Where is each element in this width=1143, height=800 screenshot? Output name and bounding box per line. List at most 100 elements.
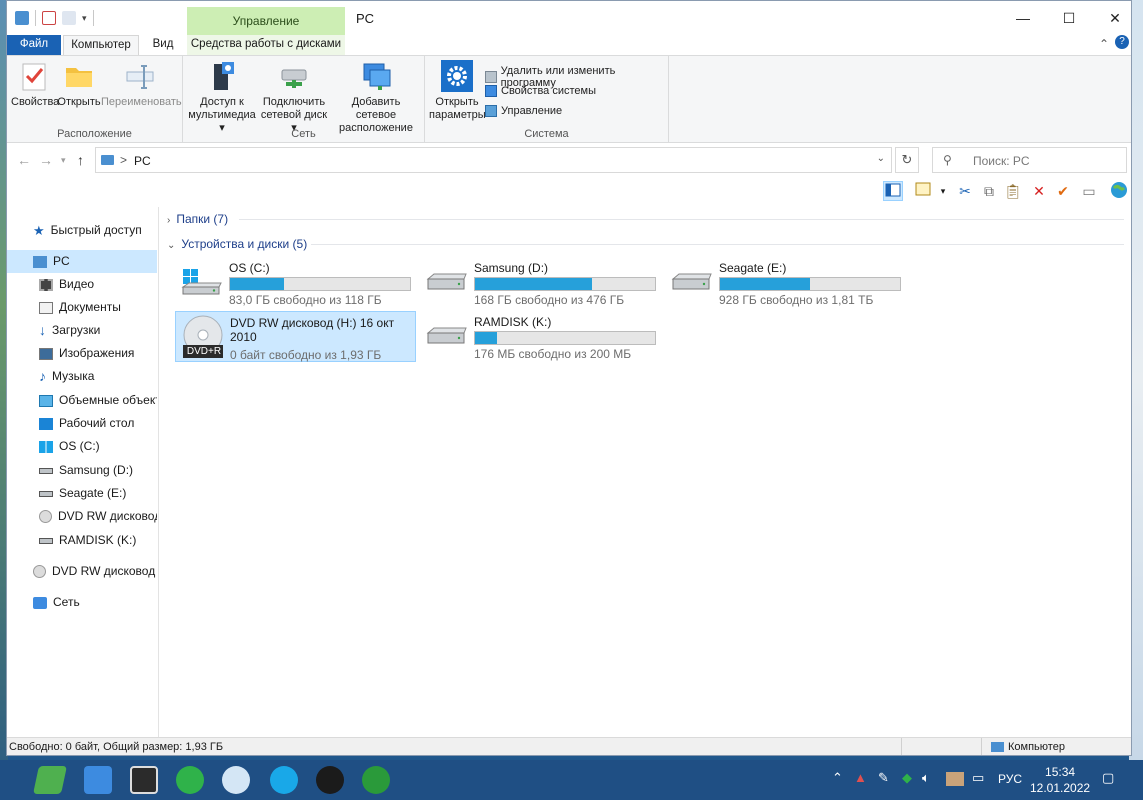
maximize-button[interactable]: ☐ xyxy=(1046,5,1092,31)
copy-icon[interactable]: ⧉ xyxy=(979,181,999,201)
media-access-button[interactable]: Доступ к мультимедиа ▾ xyxy=(187,60,257,135)
open-button[interactable]: Открыть xyxy=(57,60,101,109)
tray-keyboard-icon[interactable] xyxy=(946,772,964,786)
tab-view[interactable]: Вид xyxy=(141,35,185,55)
properties-icon[interactable] xyxy=(42,11,56,25)
nav-label: DVD RW дисковод xyxy=(58,509,157,523)
address-bar[interactable]: > PC ⌄ xyxy=(95,147,892,173)
drive-tile-c[interactable]: OS (C:) 83,0 ГБ свободно из 118 ГБ xyxy=(175,257,416,308)
back-arrow-icon[interactable]: ← xyxy=(17,152,31,168)
layout-icon[interactable] xyxy=(913,181,933,201)
paint-app-icon[interactable] xyxy=(222,766,250,794)
folders-header-label: Папки (7) xyxy=(176,212,229,226)
drive-usage-fill xyxy=(475,278,592,290)
checkmark-icon[interactable]: ✔ xyxy=(1053,181,1073,201)
drive-usage-fill xyxy=(230,278,284,290)
devices-group-header[interactable]: ⌄ Устройства и диски (5) xyxy=(167,237,307,251)
rename-icon[interactable]: ▭ xyxy=(1079,181,1099,201)
drive-tile-e[interactable]: Seagate (E:) 928 ГБ свободно из 1,81 ТБ xyxy=(665,257,906,308)
nav-item-music[interactable]: ♪ Музыка xyxy=(7,365,157,388)
collapse-ribbon-icon[interactable]: ⌃ xyxy=(1099,37,1109,51)
forward-arrow-icon[interactable]: → xyxy=(39,152,53,168)
close-button[interactable]: ✕ xyxy=(1092,5,1131,31)
refresh-button[interactable]: ↻ xyxy=(895,147,919,173)
recent-locations-chevron-icon[interactable]: ▾ xyxy=(61,155,66,166)
globe-icon[interactable] xyxy=(1109,181,1129,201)
nav-item-ramdisk[interactable]: RAMDISK (K:) xyxy=(7,529,157,552)
drive-free-space: 0 байт свободно из 1,93 ГБ xyxy=(230,348,382,362)
mail-app-icon[interactable] xyxy=(176,766,204,794)
tray-security-icon[interactable]: ◆ xyxy=(902,770,912,786)
delete-icon[interactable]: ✕ xyxy=(1029,181,1049,201)
cut-icon[interactable]: ✂ xyxy=(955,181,975,201)
add-network-location-button[interactable]: Добавить сетевое расположение xyxy=(331,60,421,135)
address-history-chevron-icon[interactable]: ⌄ xyxy=(877,153,885,164)
context-tab-manage[interactable]: Управление xyxy=(187,7,345,35)
nav-item-drive-d[interactable]: Samsung (D:) xyxy=(7,459,157,482)
tab-file[interactable]: Файл xyxy=(7,35,61,55)
nav-label: Объемные объект xyxy=(59,393,157,407)
nav-item-dvd-drive[interactable]: DVD RW дисковод xyxy=(7,505,157,528)
drive-tile-dvd[interactable]: DVD+R DVD RW дисковод (H:) 16 окт 2010 0… xyxy=(175,311,416,362)
drive-name-line1: DVD RW дисковод (H:) 16 окт xyxy=(230,316,395,330)
computer-icon[interactable] xyxy=(15,11,29,25)
breadcrumb-separator[interactable]: > xyxy=(120,153,127,167)
skype-app-icon[interactable] xyxy=(270,766,298,794)
preview-pane-icon[interactable] xyxy=(883,181,903,201)
drive-usage-bar xyxy=(474,277,656,291)
nav-item-dvd-drive-root[interactable]: DVD RW дисковод ( xyxy=(7,560,157,583)
drive-tile-d[interactable]: Samsung (D:) 168 ГБ свободно из 476 ГБ xyxy=(420,257,661,308)
nav-item-3d-objects[interactable]: Объемные объект xyxy=(7,389,157,412)
media-app-icon[interactable] xyxy=(316,766,344,794)
drive-name: RAMDISK (K:) xyxy=(474,315,552,329)
volume-icon[interactable]: 🔈︎ xyxy=(922,770,930,786)
language-indicator[interactable]: РУС xyxy=(998,772,1022,786)
nav-item-pc[interactable]: PC xyxy=(7,250,157,273)
xbox-app-icon[interactable] xyxy=(362,766,390,794)
nav-item-documents[interactable]: Документы xyxy=(7,296,157,319)
file-explorer-window: ▾ Управление PC — ☐ ✕ Файл Компьютер Вид… xyxy=(6,0,1132,756)
notes-app-icon[interactable] xyxy=(33,766,67,794)
calculator-app-icon[interactable] xyxy=(130,766,158,794)
drive-usage-bar xyxy=(229,277,411,291)
new-folder-icon[interactable] xyxy=(62,11,76,25)
rename-button[interactable]: Переименовать xyxy=(101,60,182,109)
open-settings-button[interactable]: Открыть параметры xyxy=(429,60,486,122)
help-icon[interactable]: ? xyxy=(1115,35,1129,49)
folders-group-header[interactable]: › Папки (7) xyxy=(167,212,228,226)
manage-button[interactable]: Управление xyxy=(485,105,562,117)
tray-pen-icon[interactable]: ✎ xyxy=(878,770,889,786)
notifications-icon[interactable]: ▢ xyxy=(1102,770,1114,786)
breadcrumb-pc[interactable]: PC xyxy=(134,154,151,168)
customize-chevron-icon[interactable]: ▾ xyxy=(82,13,87,24)
nav-item-drive-e[interactable]: Seagate (E:) xyxy=(7,482,157,505)
nav-item-quick-access[interactable]: ★ Быстрый доступ xyxy=(7,219,157,242)
nav-item-drive-c[interactable]: OS (C:) xyxy=(7,435,157,458)
nav-item-pictures[interactable]: Изображения xyxy=(7,342,157,365)
tab-computer[interactable]: Компьютер xyxy=(63,35,139,55)
tray-overflow-icon[interactable]: ⌃ xyxy=(832,770,843,786)
map-drive-label-1: Подключить xyxy=(262,96,326,108)
divider xyxy=(239,219,1124,220)
map-network-drive-button[interactable]: Подключить сетевой диск ▾ xyxy=(259,60,329,135)
search-input[interactable]: ⚲ Поиск: PC xyxy=(932,147,1127,173)
nav-item-desktop[interactable]: Рабочий стол xyxy=(7,412,157,435)
layout-chevron-icon[interactable]: ▾ xyxy=(933,181,953,201)
minimize-button[interactable]: — xyxy=(1000,5,1046,31)
star-icon: ★ xyxy=(33,223,45,239)
clock[interactable]: 15:34 12.01.2022 xyxy=(1030,764,1090,796)
explorer-app-icon[interactable] xyxy=(84,766,112,794)
network-monitor-icon[interactable]: ▭ xyxy=(972,770,984,786)
up-arrow-icon[interactable]: ↑ xyxy=(77,152,84,168)
tray-app-icon[interactable]: ▲ xyxy=(854,770,867,785)
open-label: Открыть xyxy=(57,96,101,108)
paste-icon[interactable]: 📋︎ xyxy=(1003,181,1023,201)
tab-disk-tools[interactable]: Средства работы с дисками xyxy=(187,35,345,55)
nav-item-network[interactable]: Сеть xyxy=(7,591,157,614)
drive-usage-fill xyxy=(475,332,497,344)
system-properties-button[interactable]: Свойства системы xyxy=(485,85,596,97)
drive-tile-ramdisk[interactable]: RAMDISK (K:) 176 МБ свободно из 200 МБ xyxy=(420,311,661,362)
properties-button[interactable]: Свойства xyxy=(11,60,59,109)
nav-item-video[interactable]: Видео xyxy=(7,273,157,296)
nav-item-downloads[interactable]: ↓ Загрузки xyxy=(7,319,157,342)
